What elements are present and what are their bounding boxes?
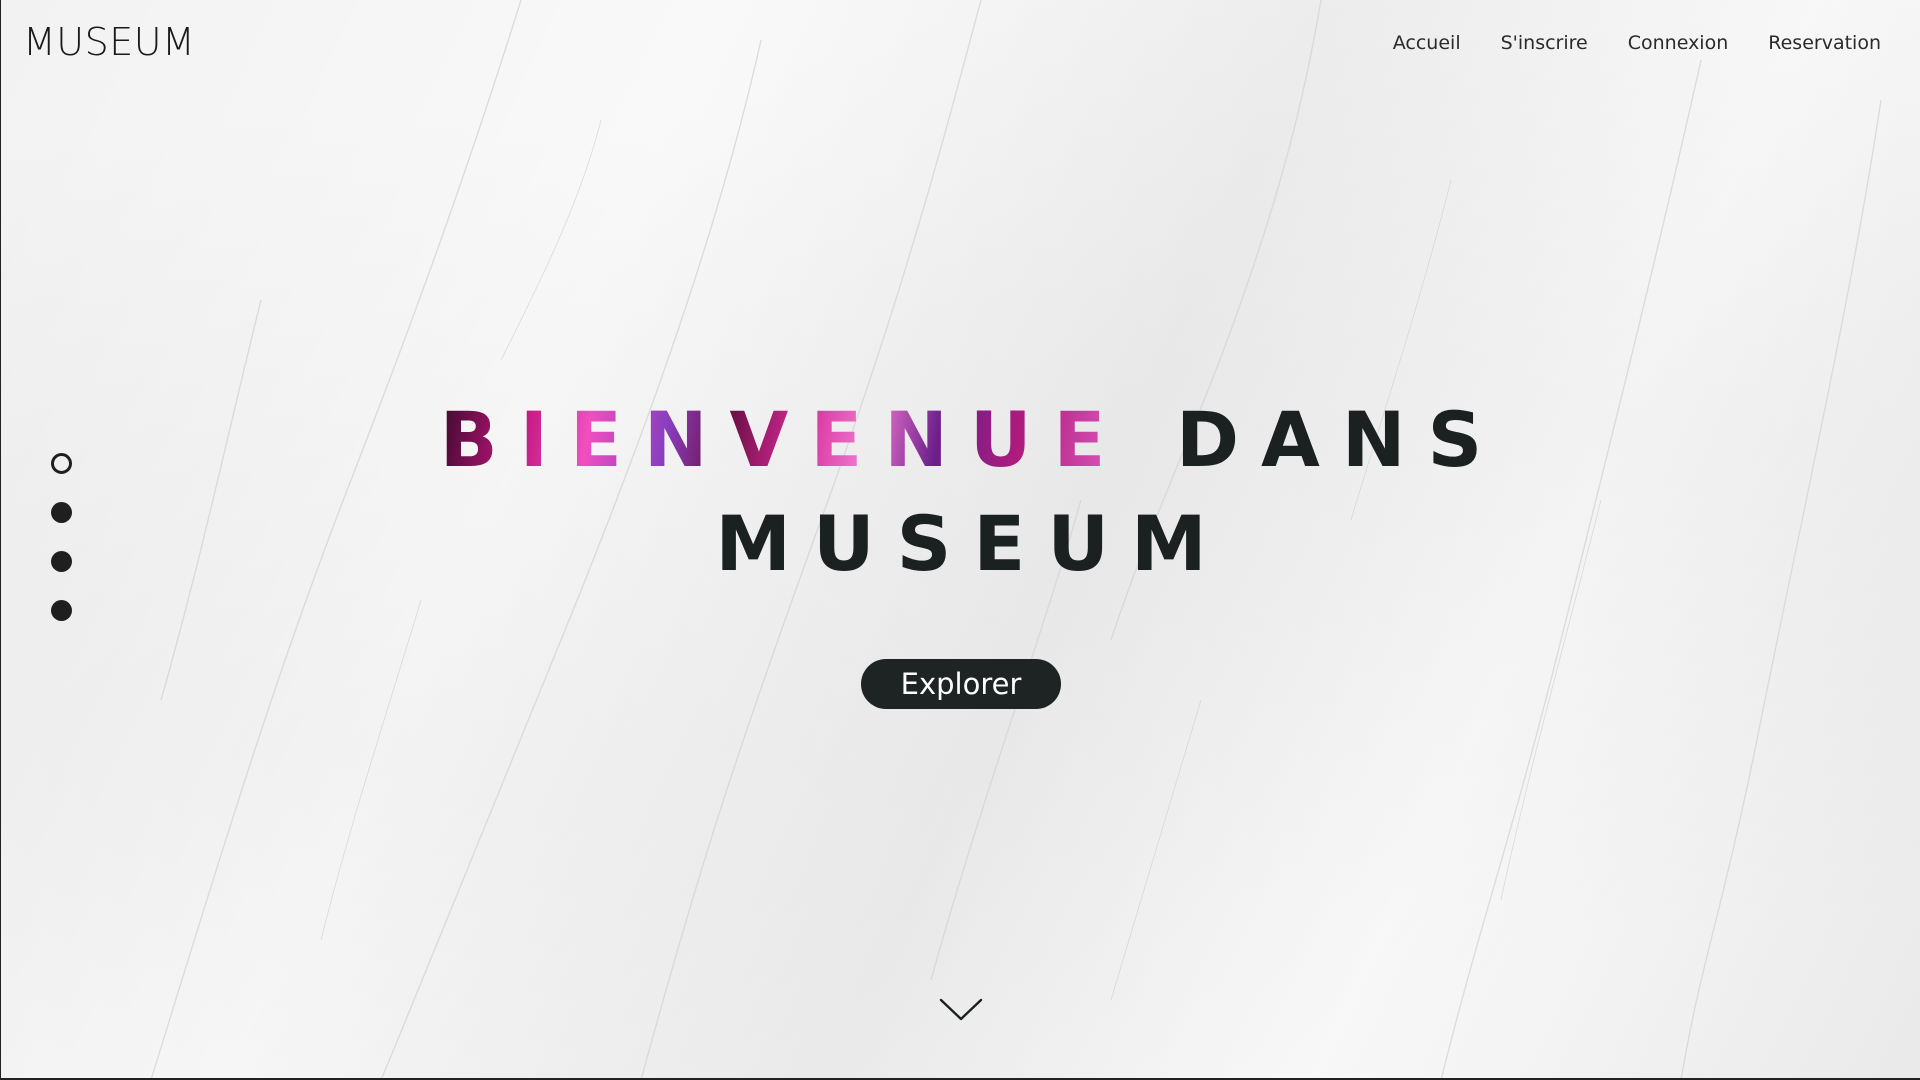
chevron-down-icon[interactable] (938, 995, 984, 1025)
page: MUSEUM Accueil S'inscrire Connexion Rese… (0, 0, 1920, 1080)
hero-line-1-rest: DANS (1175, 395, 1505, 484)
nav-link-connexion[interactable]: Connexion (1628, 32, 1729, 54)
explore-button[interactable]: Explorer (861, 659, 1061, 709)
nav-link-sinscrire[interactable]: S'inscrire (1501, 32, 1588, 54)
site-logo[interactable]: MUSEUM (23, 20, 195, 64)
site-header: MUSEUM Accueil S'inscrire Connexion Rese… (1, 0, 1920, 90)
hero-line-1: BIENVENUE DANS (23, 388, 1920, 492)
hero-heading: BIENVENUE DANS MUSEUM (1, 388, 1920, 596)
hero-highlight-word: BIENVENUE (439, 395, 1128, 484)
hero-line-2: MUSEUM (715, 499, 1229, 588)
nav-link-reservation[interactable]: Reservation (1768, 32, 1881, 54)
slide-dot-4[interactable] (51, 600, 72, 621)
main-nav: Accueil S'inscrire Connexion Reservation (1393, 32, 1881, 54)
nav-link-accueil[interactable]: Accueil (1393, 32, 1461, 54)
